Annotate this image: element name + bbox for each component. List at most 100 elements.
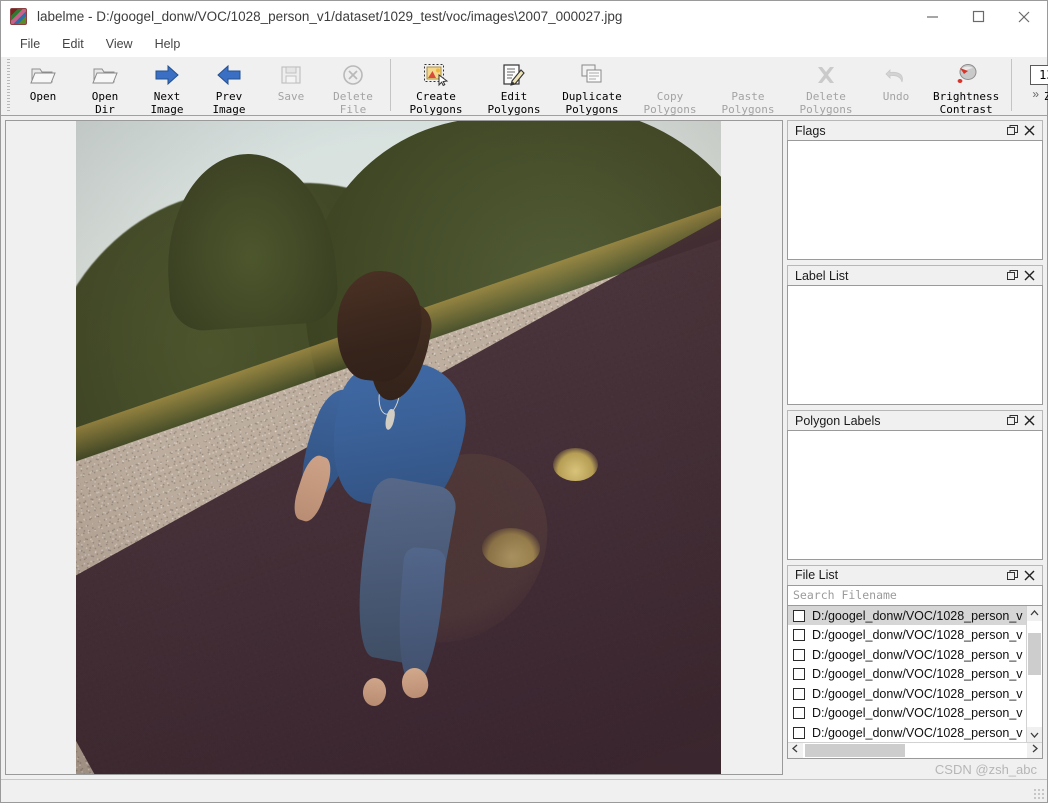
maximize-icon[interactable] bbox=[955, 1, 1001, 32]
right-dock: Flags Label List Polygon Labels File Lis… bbox=[785, 116, 1047, 779]
menu-item-file[interactable]: File bbox=[9, 35, 51, 53]
horizontal-scroll-track[interactable] bbox=[803, 743, 1027, 758]
horizontal-scroll-thumb[interactable] bbox=[805, 744, 905, 757]
checkbox-icon[interactable] bbox=[793, 609, 805, 622]
vertical-scroll-thumb[interactable] bbox=[1028, 632, 1041, 675]
close-icon[interactable] bbox=[1001, 1, 1047, 32]
toolbar-label-next-image: Next Image bbox=[150, 90, 184, 116]
brightness-contrast-icon bbox=[952, 60, 980, 90]
edit-polygon-pencil-icon bbox=[500, 60, 528, 90]
panel-label-list: Label List bbox=[787, 265, 1043, 405]
toolbar-button-delete-file[interactable]: Delete File bbox=[322, 57, 384, 116]
checkbox-icon[interactable] bbox=[793, 648, 805, 661]
undo-arrow-icon bbox=[883, 60, 909, 90]
panel-polygon-labels-body[interactable] bbox=[787, 430, 1043, 560]
toolbar-label-duplicate-polygons: Duplicate Polygons bbox=[562, 90, 622, 116]
list-item[interactable]: D:/googel_donw/VOC/1028_person_v bbox=[788, 684, 1026, 704]
close-panel-icon[interactable] bbox=[1021, 267, 1038, 284]
menu-item-view[interactable]: View bbox=[95, 35, 144, 53]
toolbar-label-create-polygons: Create Polygons bbox=[409, 90, 463, 116]
toolbar-separator-2 bbox=[1011, 59, 1013, 111]
checkbox-icon[interactable] bbox=[793, 707, 805, 720]
chevron-up-icon[interactable] bbox=[1030, 606, 1039, 621]
file-list-horizontal-scrollbar[interactable] bbox=[788, 742, 1042, 758]
toolbar-overflow-icon[interactable]: » bbox=[1032, 87, 1039, 101]
title-bar: labelme - D:/googel_donw/VOC/1028_person… bbox=[1, 1, 1047, 32]
list-item-label: D:/googel_donw/VOC/1028_person_v bbox=[812, 608, 1023, 623]
float-panel-icon[interactable] bbox=[1004, 122, 1021, 139]
toolbar-label-open: Open bbox=[29, 90, 57, 103]
toolbar-label-copy-polygons: Copy Polygons bbox=[643, 90, 697, 116]
arrow-right-icon bbox=[153, 60, 181, 90]
panel-flags: Flags bbox=[787, 120, 1043, 260]
resize-grip-icon[interactable] bbox=[1033, 788, 1044, 799]
toolbar-button-open-dir[interactable]: Open Dir bbox=[74, 57, 136, 116]
annotated-photo[interactable] bbox=[76, 121, 721, 774]
file-list-inner: D:/googel_donw/VOC/1028_person_v D:/goog… bbox=[788, 605, 1042, 742]
float-panel-icon[interactable] bbox=[1004, 412, 1021, 429]
panel-flags-titlebar: Flags bbox=[787, 120, 1043, 140]
toolbar-button-next-image[interactable]: Next Image bbox=[136, 57, 198, 116]
close-panel-icon[interactable] bbox=[1021, 122, 1038, 139]
vertical-scroll-track[interactable] bbox=[1027, 620, 1042, 727]
arrow-left-icon bbox=[215, 60, 243, 90]
image-canvas[interactable] bbox=[5, 120, 783, 775]
toolbar-button-save[interactable]: Save bbox=[260, 57, 322, 104]
checkbox-icon[interactable] bbox=[793, 687, 805, 700]
file-list-rows: D:/googel_donw/VOC/1028_person_v D:/goog… bbox=[788, 605, 1026, 742]
status-bar bbox=[1, 779, 1047, 802]
checkbox-icon[interactable] bbox=[793, 668, 805, 681]
file-list-vertical-scrollbar[interactable] bbox=[1026, 605, 1042, 742]
float-panel-icon[interactable] bbox=[1004, 567, 1021, 584]
toolbar-label-save: Save bbox=[277, 90, 305, 103]
panel-polygon-labels-title: Polygon Labels bbox=[795, 413, 881, 428]
toolbar-button-copy-polygons[interactable]: Copy Polygons bbox=[631, 57, 709, 116]
panel-label-list-body[interactable] bbox=[787, 285, 1043, 405]
window-controls bbox=[909, 1, 1047, 32]
list-item[interactable]: D:/googel_donw/VOC/1028_person_v bbox=[788, 645, 1026, 665]
panel-polygon-labels: Polygon Labels bbox=[787, 410, 1043, 560]
toolbar-button-undo[interactable]: Undo bbox=[865, 57, 927, 104]
toolbar-label-delete-file: Delete File bbox=[333, 90, 373, 116]
checkbox-icon[interactable] bbox=[793, 726, 805, 739]
labelme-app-icon bbox=[10, 8, 27, 25]
checkbox-icon[interactable] bbox=[793, 629, 805, 642]
zoom-spinbox[interactable]: 133 % bbox=[1030, 65, 1048, 85]
toolbar-button-edit-polygons[interactable]: Edit Polygons bbox=[475, 57, 553, 116]
menu-item-help[interactable]: Help bbox=[144, 35, 192, 53]
chevron-left-icon[interactable] bbox=[788, 743, 803, 758]
toolbar-button-brightness-contrast[interactable]: Brightness Contrast bbox=[927, 57, 1005, 116]
close-panel-icon[interactable] bbox=[1021, 412, 1038, 429]
list-item[interactable]: D:/googel_donw/VOC/1028_person_v bbox=[788, 664, 1026, 684]
file-list-body[interactable]: D:/googel_donw/VOC/1028_person_v D:/goog… bbox=[787, 604, 1043, 759]
list-item[interactable]: D:/googel_donw/VOC/1028_person_v bbox=[788, 605, 1026, 626]
menu-item-edit[interactable]: Edit bbox=[51, 35, 95, 53]
search-filename-input[interactable]: Search Filename bbox=[787, 584, 1043, 605]
minimize-icon[interactable] bbox=[909, 1, 955, 32]
toolbar-label-open-dir: Open Dir bbox=[91, 90, 119, 116]
chevron-right-icon[interactable] bbox=[1027, 743, 1042, 758]
list-item[interactable]: D:/googel_donw/VOC/1028_person_v bbox=[788, 723, 1026, 742]
list-item[interactable]: D:/googel_donw/VOC/1028_person_v bbox=[788, 625, 1026, 645]
toolbar-button-paste-polygons[interactable]: Paste Polygons bbox=[709, 57, 787, 116]
float-panel-icon[interactable] bbox=[1004, 267, 1021, 284]
close-panel-icon[interactable] bbox=[1021, 567, 1038, 584]
panel-flags-body[interactable] bbox=[787, 140, 1043, 260]
toolbar-button-duplicate-polygons[interactable]: Duplicate Polygons bbox=[553, 57, 631, 116]
panel-file-list-titlebar: File List bbox=[787, 565, 1043, 585]
panel-polygon-labels-titlebar: Polygon Labels bbox=[787, 410, 1043, 430]
chevron-down-icon[interactable] bbox=[1030, 727, 1039, 742]
toolbar-button-create-polygons[interactable]: Create Polygons bbox=[397, 57, 475, 116]
create-polygon-icon bbox=[422, 60, 450, 90]
list-item-label: D:/googel_donw/VOC/1028_person_v bbox=[812, 667, 1023, 682]
toolbar-label-edit-polygons: Edit Polygons bbox=[487, 90, 541, 116]
list-item[interactable]: D:/googel_donw/VOC/1028_person_v bbox=[788, 703, 1026, 723]
toolbar-label-zoom: Zoom bbox=[1043, 90, 1048, 103]
toolbar-label-brightness-contrast: Brightness Contrast bbox=[933, 90, 1000, 116]
zoom-value-box: 133 % bbox=[1030, 60, 1048, 90]
menu-bar: File Edit View Help bbox=[1, 32, 1047, 56]
toolbar-button-open[interactable]: Open bbox=[12, 57, 74, 104]
toolbar-button-prev-image[interactable]: Prev Image bbox=[198, 57, 260, 116]
toolbar-button-delete-polygons[interactable]: Delete Polygons bbox=[787, 57, 865, 116]
toolbar-drag-handle[interactable] bbox=[5, 59, 12, 111]
